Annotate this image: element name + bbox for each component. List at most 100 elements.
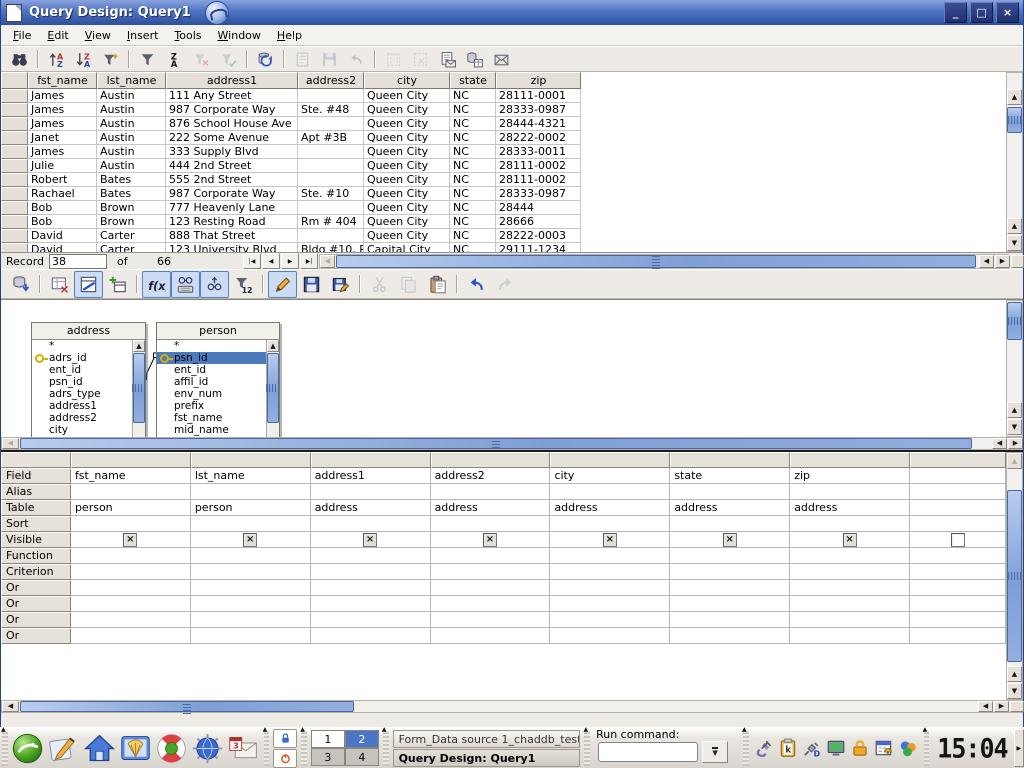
menu-insert[interactable]: Insert [119,27,167,44]
table-box-scrollbar[interactable] [132,340,145,437]
table-cell[interactable]: Bldg #10, Rm [298,243,364,252]
design-vscroll-thumb[interactable] [1007,302,1022,340]
delete-columns-icon[interactable]: × [407,47,434,71]
grid-cell[interactable]: lst_name [191,468,311,484]
grid-cell[interactable]: state [670,468,790,484]
edit-icon[interactable] [268,271,297,298]
mail-client-icon[interactable]: 3 [226,730,262,766]
grid-cell[interactable]: address [670,500,790,516]
grid-cell[interactable] [311,548,431,564]
grid-cell[interactable] [670,484,790,500]
table-cell[interactable]: James [28,117,97,131]
first-record-icon[interactable]: |◀ [243,253,261,269]
klipper-icon[interactable]: k [778,738,799,759]
grid-cell[interactable]: address [790,500,910,516]
grid-cell[interactable] [550,580,670,596]
row-header[interactable] [1,103,28,117]
grid-cell[interactable] [311,484,431,500]
field-psn_id[interactable]: psn_id [32,376,132,388]
grid-cell[interactable] [191,532,311,548]
split-hscrollbar[interactable] [1,437,1023,450]
column-header-address1[interactable]: address1 [166,72,298,89]
table-cell[interactable]: Austin [97,131,166,145]
kwallet-icon[interactable] [850,738,871,759]
grid-cell[interactable] [550,612,670,628]
table-cell[interactable]: Queen City [364,117,450,131]
grid-cell[interactable] [670,580,790,596]
grid-cell[interactable]: fst_name [71,468,191,484]
row-header[interactable] [1,243,28,252]
grid-cell[interactable] [790,532,910,548]
table-cell[interactable]: 111 Any Street [166,89,298,103]
table-cell[interactable]: Queen City [364,215,450,229]
grid-row-label[interactable]: Sort [1,516,71,532]
table-cell[interactable]: NC [450,145,496,159]
grid-cell[interactable] [670,548,790,564]
grid-cell[interactable] [550,628,670,644]
add-table-icon[interactable] [103,271,132,298]
table-name-icon[interactable] [171,271,200,298]
row-header[interactable] [1,89,28,103]
grid-hscroll-thumb[interactable] [20,701,354,712]
grid-row-label[interactable]: Or [1,596,71,612]
record-hscroll-thumb[interactable] [336,255,976,268]
grid-cell[interactable] [670,596,790,612]
table-cell[interactable]: 28333-0987 [496,187,581,201]
alias-icon[interactable] [200,271,229,298]
table-cell[interactable]: Queen City [364,201,450,215]
prev-record-icon[interactable]: ◀ [262,253,280,269]
grid-row-label[interactable]: Or [1,628,71,644]
pager-desktop-4[interactable]: 4 [345,748,379,766]
grid-cell[interactable] [71,612,191,628]
scroll-left-icon[interactable] [978,701,993,712]
grid-row-label[interactable]: Criterion [1,564,71,580]
sort-descending-icon[interactable]: ZA [70,47,97,71]
field-affil_id[interactable]: affil_id [157,376,266,388]
grid-cell[interactable] [910,564,1006,580]
copy-icon[interactable] [394,271,423,298]
scroll-left-icon[interactable] [2,438,19,449]
grid-cell[interactable] [790,596,910,612]
visible-checkbox-checked[interactable] [723,533,737,547]
power-plug-icon[interactable] [754,738,775,759]
field-address2[interactable]: address2 [32,412,132,424]
table-cell[interactable]: NC [450,131,496,145]
table-cell[interactable]: James [28,103,97,117]
field-fst_name[interactable]: fst_name [157,412,266,424]
visible-checkbox-checked[interactable] [603,533,617,547]
sort-za-icon[interactable]: ZA [161,47,188,71]
scroll-left-icon[interactable] [320,255,335,268]
column-header-lst_name[interactable]: lst_name [97,72,166,89]
grid-column-header[interactable] [311,452,431,468]
table-cell[interactable]: David [28,229,97,243]
table-cell[interactable]: Julie [28,159,97,173]
grid-column-header[interactable] [431,452,551,468]
table-cell[interactable]: 123 Resting Road [166,215,298,229]
grid-hscrollbar[interactable] [1,700,1023,713]
grid-cell[interactable] [790,516,910,532]
column-header-address2[interactable]: address2 [298,72,364,89]
field-adrs_type[interactable]: adrs_type [32,388,132,400]
table-cell[interactable]: 28333-0011 [496,145,581,159]
scroll-right-icon[interactable] [1008,438,1023,449]
grid-cell[interactable] [191,596,311,612]
record-number-input[interactable] [49,254,107,269]
grid-cell[interactable] [191,484,311,500]
paste-icon[interactable] [423,271,452,298]
last-record-icon[interactable]: ▶| [300,253,318,269]
suse-menu-icon[interactable] [10,730,46,766]
column-header-zip[interactable]: zip [496,72,581,89]
table-cell[interactable] [298,201,364,215]
row-header[interactable] [1,117,28,131]
grid-cell[interactable] [71,628,191,644]
scroll-up-icon[interactable] [133,340,145,352]
table-cell[interactable]: David [28,243,97,252]
table-box-scrollbar[interactable] [266,340,279,437]
table-cell[interactable]: 123 University Blvd [166,243,298,252]
table-cell[interactable]: Rachael [28,187,97,201]
table-cell[interactable]: Queen City [364,103,450,117]
table-cell[interactable]: 28444-4321 [496,117,581,131]
undo-data-icon[interactable] [343,47,370,71]
field-mid_name[interactable]: mid_name [157,424,266,436]
table-cell[interactable]: Queen City [364,89,450,103]
